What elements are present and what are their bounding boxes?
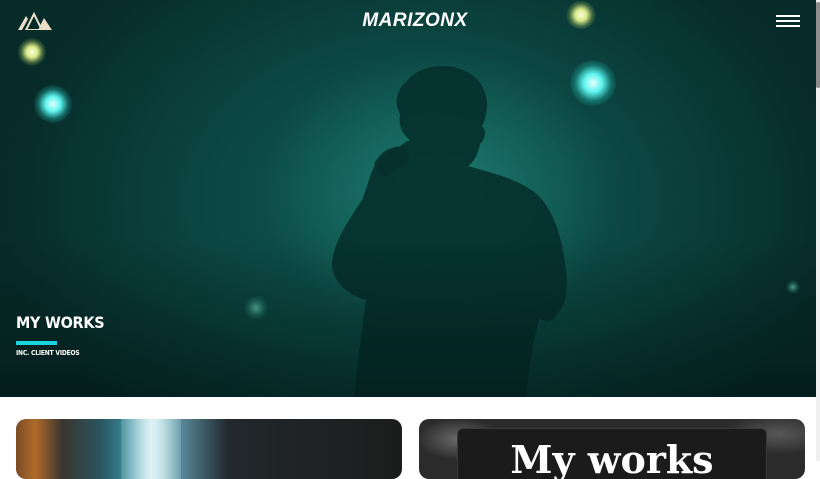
scrollbar[interactable] <box>816 0 820 461</box>
waterfall-thumbnail <box>121 419 181 479</box>
card-title: My works <box>510 437 714 479</box>
scrollbar-thumb[interactable] <box>816 2 820 88</box>
hero-vignette <box>0 0 816 397</box>
section-title: MY WORKS <box>16 313 105 332</box>
work-card-my-works[interactable]: My works <box>419 419 805 479</box>
work-card-waterfall[interactable] <box>16 419 402 479</box>
section-subtitle: INC. CLIENT VIDEOS <box>16 349 80 357</box>
my-works-thumbnail: My works <box>457 428 767 479</box>
mountain-logo-icon[interactable] <box>18 12 52 30</box>
hamburger-menu-icon[interactable] <box>774 12 802 28</box>
title-accent-bar <box>16 341 57 345</box>
hero-banner: MY WORKS INC. CLIENT VIDEOS <box>0 0 816 397</box>
brand-logo[interactable]: MARIZONX <box>310 10 520 32</box>
